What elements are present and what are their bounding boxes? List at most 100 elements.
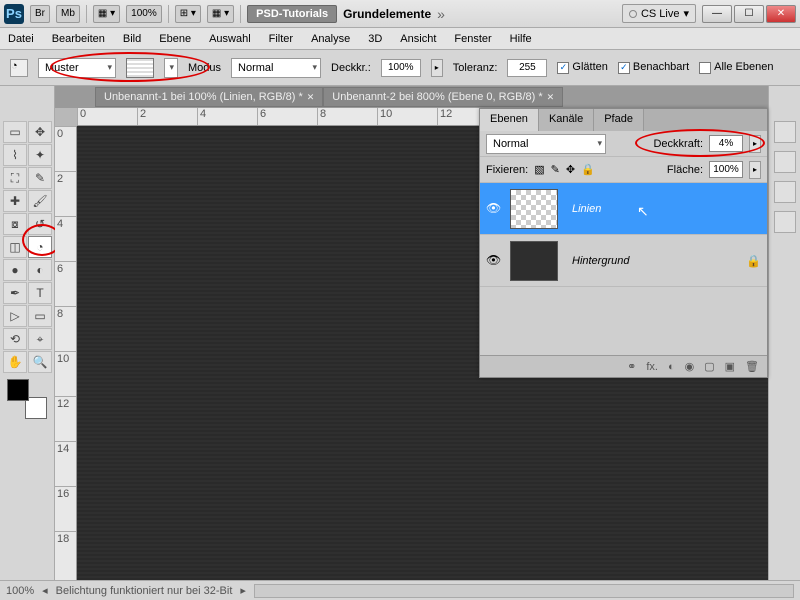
- healing-tool[interactable]: ✚: [3, 190, 27, 212]
- menu-analyse[interactable]: Analyse: [311, 33, 350, 45]
- window-minimize[interactable]: —: [702, 5, 732, 23]
- layer-row-linien[interactable]: 👁 Linien ↖: [480, 183, 767, 235]
- close-icon[interactable]: ✕: [547, 92, 555, 103]
- delete-layer-icon[interactable]: 🗑: [745, 360, 759, 373]
- hand-tool[interactable]: ✋: [3, 351, 27, 373]
- camera-tool[interactable]: ⌖: [28, 328, 52, 350]
- adjustment-layer-icon[interactable]: ◉: [685, 360, 695, 373]
- status-zoom[interactable]: 100%: [6, 585, 34, 597]
- type-tool[interactable]: T: [28, 282, 52, 304]
- brush-tool[interactable]: 🖌: [28, 190, 52, 212]
- menu-bearbeiten[interactable]: Bearbeiten: [52, 33, 105, 45]
- opacity-field[interactable]: 100%: [381, 59, 421, 77]
- fill-field[interactable]: 100%: [709, 161, 743, 178]
- deckkr-label: Deckkr.:: [331, 62, 371, 74]
- group-icon[interactable]: ▢: [704, 360, 714, 373]
- stamp-tool[interactable]: ⧇: [3, 213, 27, 235]
- window-maximize[interactable]: ☐: [734, 5, 764, 23]
- cslive-button[interactable]: CS Live ▾: [622, 4, 696, 23]
- pen-tool[interactable]: ✒: [3, 282, 27, 304]
- paint-bucket-tool[interactable]: ◔: [28, 236, 52, 258]
- layer-blend-dropdown[interactable]: Normal: [486, 134, 606, 154]
- shape-tool[interactable]: ▭: [28, 305, 52, 327]
- lock-all-icon[interactable]: 🔒: [581, 163, 595, 176]
- status-bar: 100% ◂ Belichtung funktioniert nur bei 3…: [0, 580, 800, 600]
- eraser-tool[interactable]: ◫: [3, 236, 27, 258]
- doc-tab-1[interactable]: Unbenannt-1 bei 100% (Linien, RGB/8) *✕: [95, 87, 323, 107]
- benachbart-checkbox[interactable]: ✓Benachbart: [618, 61, 689, 73]
- menu-filter[interactable]: Filter: [269, 33, 293, 45]
- fill-arrow[interactable]: ▸: [749, 161, 761, 179]
- menu-ansicht[interactable]: Ansicht: [400, 33, 436, 45]
- workspace-psd-tutorials[interactable]: PSD-Tutorials: [247, 5, 337, 23]
- new-layer-icon[interactable]: ▣: [725, 360, 735, 373]
- fg-color[interactable]: [7, 379, 29, 401]
- panel-tab-kanaele[interactable]: Kanäle: [539, 109, 594, 131]
- glaetten-checkbox[interactable]: ✓Glätten: [557, 61, 607, 73]
- zoom-tool[interactable]: 🔍: [28, 351, 52, 373]
- zoom-display[interactable]: 100%: [126, 5, 162, 23]
- menu-fenster[interactable]: Fenster: [454, 33, 491, 45]
- menu-hilfe[interactable]: Hilfe: [510, 33, 532, 45]
- workspace-more-icon[interactable]: »: [437, 6, 445, 22]
- visibility-icon[interactable]: 👁: [486, 201, 502, 217]
- layer-thumbnail[interactable]: [510, 241, 558, 281]
- window-close[interactable]: ✕: [766, 5, 796, 23]
- close-icon[interactable]: ✕: [307, 92, 315, 103]
- magic-wand-tool[interactable]: ✦: [28, 144, 52, 166]
- opacity-arrow[interactable]: ▸: [431, 59, 443, 77]
- menu-bild[interactable]: Bild: [123, 33, 141, 45]
- move-tool[interactable]: ✥: [28, 121, 52, 143]
- lock-pixels-icon[interactable]: ✎: [551, 163, 560, 176]
- layout-dropdown[interactable]: ▦ ▾: [93, 5, 120, 23]
- visibility-icon[interactable]: 👁: [486, 253, 502, 269]
- pattern-swatch[interactable]: [126, 58, 154, 78]
- layers-panel: Ebenen Kanäle Pfade Normal Deckkraft: 4%…: [479, 108, 768, 378]
- lasso-tool[interactable]: ⌇: [3, 144, 27, 166]
- path-select-tool[interactable]: ▷: [3, 305, 27, 327]
- panel-tab-ebenen[interactable]: Ebenen: [480, 109, 539, 131]
- crop-tool[interactable]: ⛶: [3, 167, 27, 189]
- layer-row-hintergrund[interactable]: 👁 Hintergrund 🔒: [480, 235, 767, 287]
- history-brush-tool[interactable]: ↺: [28, 213, 52, 235]
- marquee-tool[interactable]: ▭: [3, 121, 27, 143]
- menu-datei[interactable]: Datei: [8, 33, 34, 45]
- layer-name[interactable]: Linien: [572, 203, 601, 215]
- blur-tool[interactable]: ●: [3, 259, 27, 281]
- color-swatches[interactable]: [7, 379, 47, 419]
- pattern-picker-dropdown[interactable]: [164, 58, 178, 78]
- layer-opacity-arrow[interactable]: ▸: [749, 135, 761, 153]
- lock-position-icon[interactable]: ✥: [566, 163, 575, 176]
- doc-tab-2[interactable]: Unbenannt-2 bei 800% (Ebene 0, RGB/8) *✕: [323, 87, 563, 107]
- workspace-grundelemente[interactable]: Grundelemente: [343, 7, 431, 21]
- layer-name[interactable]: Hintergrund: [572, 255, 629, 267]
- menu-auswahl[interactable]: Auswahl: [209, 33, 251, 45]
- menu-3d[interactable]: 3D: [368, 33, 382, 45]
- menu-ebene[interactable]: Ebene: [159, 33, 191, 45]
- lock-icon: 🔒: [746, 254, 761, 268]
- blend-dropdown[interactable]: Normal: [231, 58, 321, 78]
- 3d-tool[interactable]: ⟲: [3, 328, 27, 350]
- scrollbar-horizontal[interactable]: [254, 584, 794, 598]
- extras-btn[interactable]: ▦ ▾: [207, 5, 234, 23]
- swatches-panel-icon[interactable]: [774, 151, 796, 173]
- ruler-btn[interactable]: ⊞ ▾: [175, 5, 201, 23]
- layer-mask-icon[interactable]: ◐: [668, 361, 675, 373]
- eyedropper-tool[interactable]: ✎: [28, 167, 52, 189]
- color-panel-icon[interactable]: [774, 121, 796, 143]
- masks-panel-icon[interactable]: [774, 211, 796, 233]
- link-layers-icon[interactable]: ⚭: [627, 360, 636, 373]
- minibridge-button[interactable]: Mb: [56, 5, 80, 23]
- adjustments-panel-icon[interactable]: [774, 181, 796, 203]
- panel-tab-pfade[interactable]: Pfade: [594, 109, 644, 131]
- layer-opacity-field[interactable]: 4%: [709, 135, 743, 152]
- layer-fx-icon[interactable]: fx.: [646, 361, 658, 373]
- bridge-button[interactable]: Br: [30, 5, 50, 23]
- fill-source-dropdown[interactable]: Muster: [38, 58, 116, 78]
- dodge-tool[interactable]: ◐: [28, 259, 52, 281]
- ruler-vertical[interactable]: 024681012141618: [55, 126, 77, 580]
- tolerance-field[interactable]: 255: [507, 59, 547, 77]
- alle-ebenen-checkbox[interactable]: Alle Ebenen: [699, 61, 773, 73]
- layer-thumbnail[interactable]: [510, 189, 558, 229]
- lock-transparency-icon[interactable]: ▧: [534, 163, 544, 176]
